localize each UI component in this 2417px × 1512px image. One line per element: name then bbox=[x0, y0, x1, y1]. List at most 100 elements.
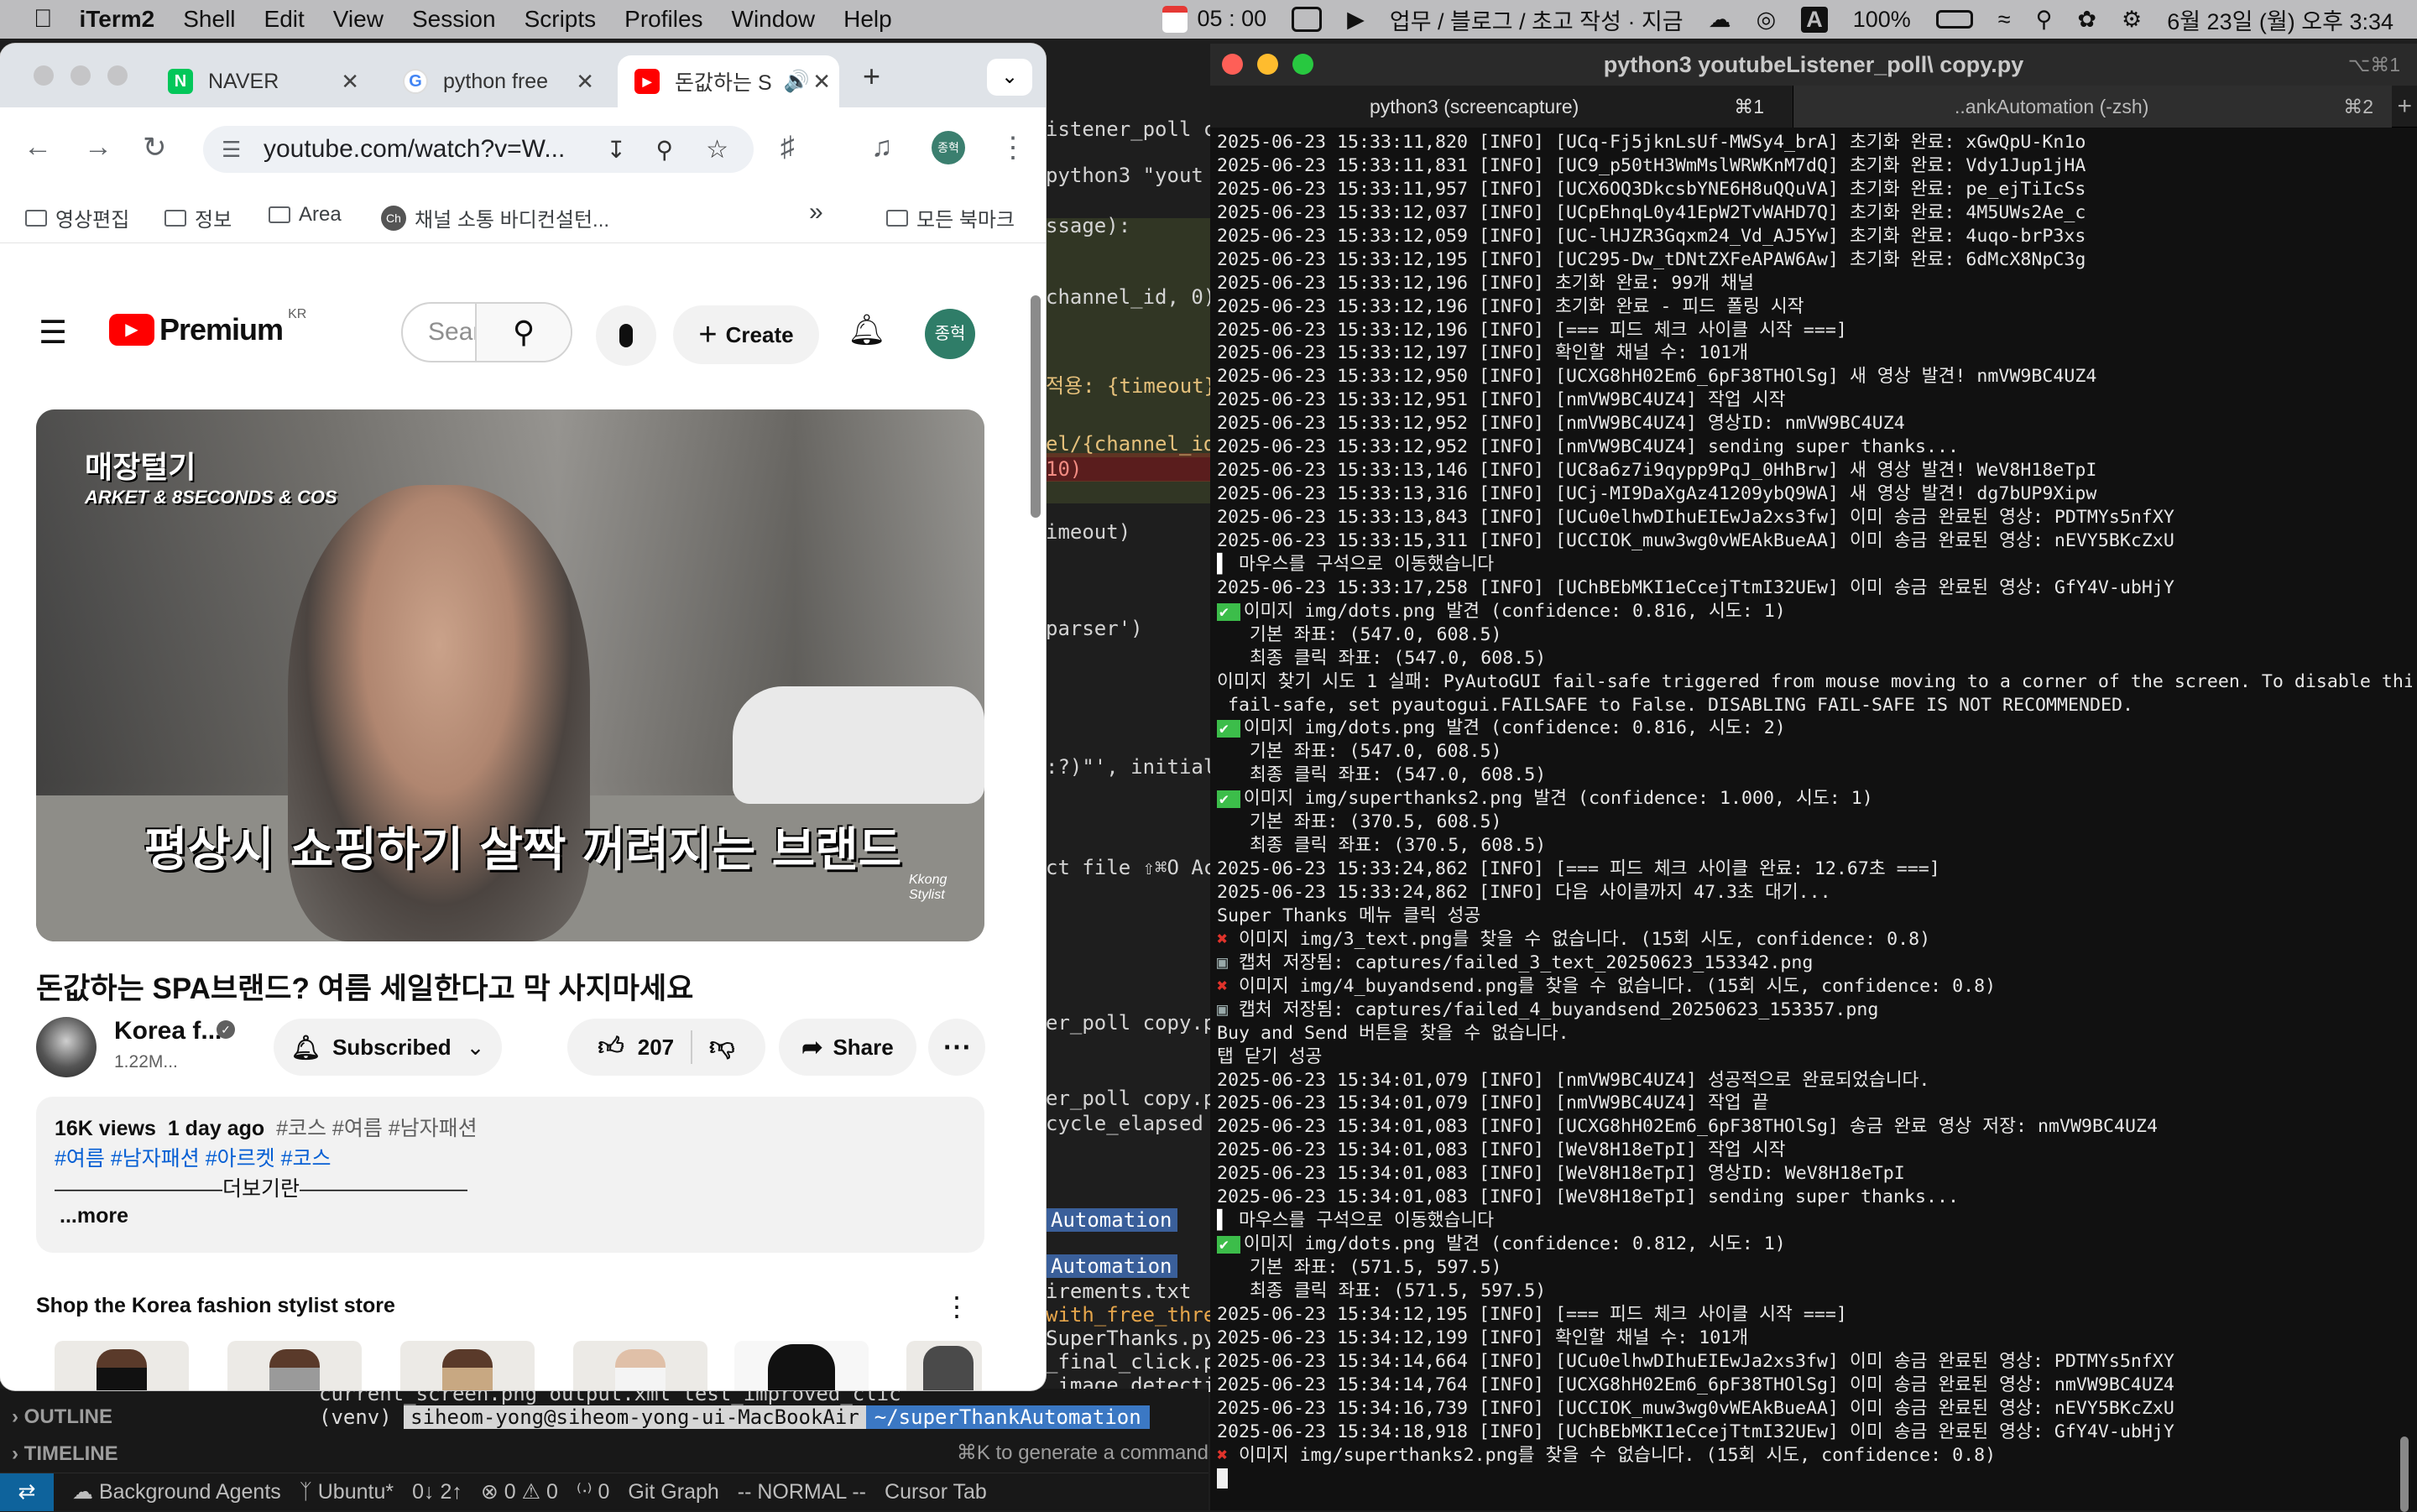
new-tab-icon[interactable]: + bbox=[2397, 86, 2412, 128]
window-close-button[interactable] bbox=[1222, 54, 1243, 75]
window-minimize-button[interactable] bbox=[1257, 54, 1278, 75]
close-tab-icon[interactable]: ✕ bbox=[812, 69, 831, 95]
search-button[interactable]: ⚲ bbox=[475, 304, 571, 361]
shop-more-icon[interactable]: ⋮ bbox=[943, 1290, 970, 1322]
show-more-link[interactable]: ...more bbox=[60, 1204, 128, 1228]
apple-menu-icon[interactable]:  bbox=[34, 5, 53, 34]
battery-icon[interactable] bbox=[1935, 10, 1973, 29]
status-git-graph[interactable]: Git Graph bbox=[628, 1480, 718, 1504]
audio-playing-icon[interactable]: 🔊 bbox=[784, 70, 810, 94]
hashtag-link[interactable]: #남자패션 bbox=[111, 1147, 200, 1170]
terminal-scrollbar[interactable] bbox=[2400, 1436, 2409, 1512]
menu-profiles[interactable]: Profiles bbox=[624, 6, 702, 33]
product-tank-black[interactable] bbox=[55, 1341, 189, 1390]
terminal-output[interactable]: 2025-06-23 15:33:11,820 [INFO] [UCq-Fj5j… bbox=[1217, 131, 2412, 1507]
back-arrow-icon[interactable]: ← bbox=[23, 131, 52, 164]
notifications-bell-icon[interactable]: 🔔︎ bbox=[848, 312, 886, 347]
outline-section[interactable]: › OUTLINE bbox=[12, 1405, 112, 1429]
address-bar[interactable]: ☰ youtube.com/watch?v=W... ↧ ⚲ ☆ bbox=[203, 126, 754, 173]
play-icon[interactable]: ▶︎ bbox=[1347, 7, 1365, 33]
status-cursor-tab[interactable]: Cursor Tab bbox=[885, 1480, 987, 1504]
iterm-tab-python[interactable]: python3 (screencapture) ⌘1 bbox=[1210, 86, 1793, 128]
iterm-tab-zsh[interactable]: ..ankAutomation (-zsh) ⌘2 bbox=[1793, 86, 2392, 128]
tab-google[interactable]: G python free ✕ bbox=[386, 55, 603, 107]
tab-naver[interactable]: N NAVER ✕ bbox=[151, 55, 368, 107]
menu-view[interactable]: View bbox=[333, 6, 384, 33]
hashtag-link[interactable]: #코스 bbox=[281, 1147, 331, 1170]
bookmark-all-bookmarks[interactable]: 모든 북마크 bbox=[886, 203, 1015, 232]
now-playing-text[interactable]: 업무 / 블로그 / 초고 작성 · 지금 bbox=[1390, 3, 1684, 36]
status-problems[interactable]: ⊗ 0 ⚠ 0 bbox=[481, 1479, 558, 1504]
tab-search-icon[interactable]: ⌄ bbox=[987, 59, 1032, 96]
subscribed-button[interactable]: 🔔︎ Subscribed ⌄ bbox=[274, 1019, 502, 1076]
hashtag-link[interactable]: #여름 bbox=[55, 1147, 105, 1170]
window-close-button[interactable] bbox=[34, 65, 54, 86]
menu-scripts[interactable]: Scripts bbox=[525, 6, 597, 33]
cloud-icon[interactable]: ☁ bbox=[1709, 7, 1731, 33]
terminal-cursor-line[interactable] bbox=[1217, 1467, 2412, 1490]
status-sync[interactable]: 0↓ 2↑ bbox=[412, 1480, 462, 1504]
voice-search-button[interactable] bbox=[596, 305, 656, 366]
status-background-agents[interactable]: ☁ Background Agents bbox=[72, 1479, 281, 1504]
menu-app-name[interactable]: iTerm2 bbox=[80, 6, 155, 33]
youtube-premium-logo[interactable]: ▶ Premium KR bbox=[109, 307, 306, 347]
thumbs-down-icon[interactable]: 👎︎ bbox=[709, 1032, 734, 1062]
wifi-icon[interactable]: ≈ bbox=[1998, 7, 2011, 33]
site-settings-icon[interactable]: ☰ bbox=[222, 137, 241, 163]
create-button[interactable]: + Create bbox=[673, 305, 819, 364]
remote-indicator-icon[interactable]: ⇄ bbox=[0, 1473, 54, 1511]
media-controls-icon[interactable]: ♫ bbox=[871, 131, 893, 164]
product-tank-beige[interactable] bbox=[400, 1341, 535, 1390]
bookmark-folder-info[interactable]: 정보 bbox=[164, 203, 232, 232]
window-zoom-button[interactable] bbox=[1292, 54, 1313, 75]
page-scrollbar[interactable] bbox=[1031, 295, 1041, 518]
close-tab-icon[interactable]: ✕ bbox=[341, 69, 359, 95]
more-actions-button[interactable]: ⋯ bbox=[928, 1019, 985, 1076]
like-button[interactable]: 👍︎ 207 bbox=[598, 1032, 674, 1062]
menubar-datetime[interactable]: 6월 23일 (월) 오후 3:34 bbox=[2167, 3, 2394, 36]
share-button[interactable]: ➦ Share bbox=[779, 1019, 916, 1076]
hamburger-menu-icon[interactable]: ☰ bbox=[39, 314, 67, 352]
menu-help[interactable]: Help bbox=[843, 6, 892, 33]
window-zoom-button[interactable] bbox=[107, 65, 128, 86]
window-minimize-button[interactable] bbox=[70, 65, 91, 86]
close-tab-icon[interactable]: ✕ bbox=[576, 69, 594, 95]
extensions-icon[interactable]: ♯ bbox=[780, 131, 795, 164]
menu-window[interactable]: Window bbox=[732, 6, 816, 33]
menu-shell[interactable]: Shell bbox=[183, 6, 235, 33]
forward-arrow-icon[interactable]: → bbox=[84, 131, 112, 164]
status-ports[interactable]: ⁽ᐧ⁾ 0 bbox=[577, 1479, 610, 1504]
menu-session[interactable]: Session bbox=[412, 6, 496, 33]
channel-name[interactable]: Korea f... bbox=[114, 1017, 222, 1045]
timer-status[interactable]: 05 : 00 bbox=[1162, 6, 1266, 34]
product-tank-white[interactable] bbox=[573, 1341, 707, 1390]
status-branch[interactable]: ᛉ Ubuntu* bbox=[300, 1480, 394, 1504]
input-source-indicator[interactable]: A bbox=[1801, 6, 1828, 33]
control-center-icon[interactable]: ⚙ bbox=[2122, 7, 2142, 33]
menu-edit[interactable]: Edit bbox=[264, 6, 305, 33]
account-avatar[interactable]: 종혁 bbox=[925, 309, 975, 359]
spotlight-search-icon[interactable]: ⚲ bbox=[2036, 7, 2053, 33]
squirrel-icon[interactable]: ✿ bbox=[2077, 7, 2096, 33]
product-tank-gray[interactable] bbox=[227, 1341, 362, 1390]
timeline-section[interactable]: › TIMELINE bbox=[12, 1442, 118, 1466]
channel-avatar[interactable] bbox=[36, 1017, 97, 1077]
product-tank-black-flat[interactable] bbox=[734, 1341, 869, 1390]
zoom-icon[interactable]: ⚲ bbox=[655, 136, 673, 164]
reload-icon[interactable]: ↻ bbox=[143, 131, 167, 164]
description-box[interactable]: 16K views 1 day ago #코스 #여름 #남자패션 #여름 #남… bbox=[36, 1097, 984, 1253]
video-player[interactable]: 매장털기 ARKET & 8SECONDS & COS 평상시 쇼핑하기 살짝 … bbox=[36, 409, 984, 941]
bookmark-channel-consult[interactable]: Ch 채널 소통 바디컨설턴... bbox=[381, 203, 609, 232]
profile-avatar[interactable]: 종혁 bbox=[932, 131, 965, 164]
windows-icon[interactable] bbox=[1292, 7, 1323, 32]
bookmarks-overflow-icon[interactable]: » bbox=[809, 198, 823, 227]
bookmark-folder-area[interactable]: Area bbox=[269, 203, 342, 227]
tab-youtube-active[interactable]: ▶ 돈값하는 S 🔊 ✕ bbox=[618, 55, 839, 107]
install-app-icon[interactable]: ↧ bbox=[607, 136, 626, 164]
hashtag-link[interactable]: #아르켓 bbox=[206, 1147, 275, 1170]
chrome-menu-icon[interactable]: ⋮ bbox=[999, 131, 1027, 164]
airdrop-icon[interactable]: ◎ bbox=[1757, 7, 1777, 33]
bookmark-folder-video-edit[interactable]: 영상편집 bbox=[25, 203, 129, 232]
new-tab-icon[interactable]: + bbox=[863, 59, 880, 94]
bookmark-star-icon[interactable]: ☆ bbox=[706, 135, 728, 164]
